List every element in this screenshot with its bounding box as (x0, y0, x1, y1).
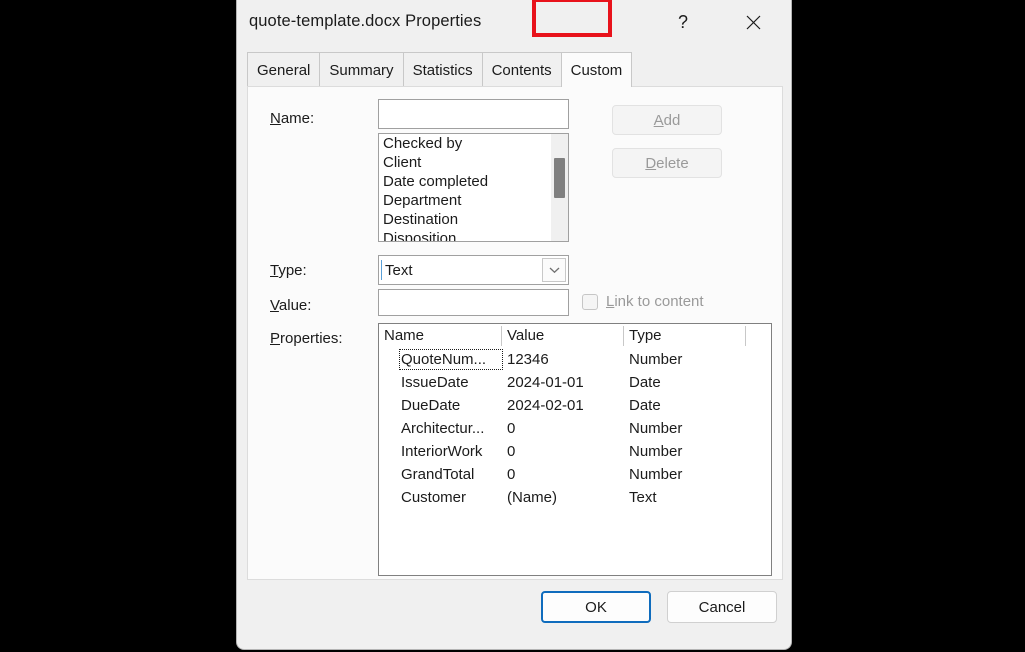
delete-button[interactable]: Delete (612, 148, 722, 178)
cell-type: Date (629, 397, 744, 414)
add-button-label: Add (654, 112, 681, 129)
link-to-content-label: Link to content (606, 293, 704, 310)
tab-custom[interactable]: Custom (561, 52, 633, 87)
column-header-name[interactable]: Name (384, 327, 424, 344)
type-selected-value: Text (379, 262, 413, 279)
cell-name: IssueDate (401, 374, 501, 391)
cell-type: Number (629, 420, 744, 437)
tab-statistics[interactable]: Statistics (403, 52, 483, 87)
cancel-button[interactable]: Cancel (667, 591, 777, 623)
cell-type: Number (629, 443, 744, 460)
list-item[interactable]: Department (379, 191, 551, 210)
value-label: Value: (270, 297, 311, 314)
type-label: Type: (270, 262, 307, 279)
properties-grid[interactable]: Name Value Type QuoteNum... 12346 Number… (378, 323, 772, 576)
list-item[interactable]: Date completed (379, 172, 551, 191)
cell-value: 0 (507, 420, 622, 437)
custom-tab-panel: Name: Checked by Client Date completed D… (247, 86, 783, 580)
help-glyph: ? (678, 12, 688, 33)
table-row[interactable]: Customer (Name) Text (379, 487, 771, 510)
name-suggestion-list[interactable]: Checked by Client Date completed Departm… (378, 133, 569, 242)
cell-type: Text (629, 489, 744, 506)
cell-type: Number (629, 466, 744, 483)
tab-contents[interactable]: Contents (482, 52, 562, 87)
list-item[interactable]: Disposition (379, 229, 551, 242)
cell-value: 0 (507, 466, 622, 483)
properties-dialog: quote-template.docx Properties ? General… (236, 0, 792, 650)
table-row[interactable]: QuoteNum... 12346 Number (379, 349, 771, 372)
cell-name: GrandTotal (401, 466, 501, 483)
chevron-down-icon[interactable] (542, 258, 566, 282)
help-icon[interactable]: ? (662, 4, 704, 40)
cell-value: 2024-02-01 (507, 397, 622, 414)
cell-name: Customer (401, 489, 501, 506)
link-to-content-checkbox[interactable]: Link to content (582, 293, 704, 310)
column-divider[interactable] (745, 326, 746, 346)
tab-general[interactable]: General (247, 52, 320, 87)
cell-value: 2024-01-01 (507, 374, 622, 391)
name-suggestion-items: Checked by Client Date completed Departm… (379, 134, 551, 242)
cell-value: (Name) (507, 489, 622, 506)
list-item[interactable]: Checked by (379, 134, 551, 153)
table-row[interactable]: IssueDate 2024-01-01 Date (379, 372, 771, 395)
delete-button-label: Delete (645, 155, 688, 172)
scrollbar-thumb[interactable] (554, 158, 565, 198)
cell-type: Date (629, 374, 744, 391)
cell-name: Architectur... (401, 420, 501, 437)
table-row[interactable]: DueDate 2024-02-01 Date (379, 395, 771, 418)
table-row[interactable]: Architectur... 0 Number (379, 418, 771, 441)
cell-name: QuoteNum... (401, 351, 501, 368)
table-row[interactable]: GrandTotal 0 Number (379, 464, 771, 487)
title-bar: quote-template.docx Properties ? (237, 0, 791, 44)
list-item[interactable]: Destination (379, 210, 551, 229)
cell-name: DueDate (401, 397, 501, 414)
properties-label: Properties: (270, 330, 343, 347)
add-button[interactable]: Add (612, 105, 722, 135)
screen: quote-template.docx Properties ? General… (0, 0, 1025, 652)
type-select[interactable]: Text (378, 255, 569, 285)
column-header-type[interactable]: Type (629, 327, 662, 344)
table-row[interactable]: InteriorWork 0 Number (379, 441, 771, 464)
close-icon[interactable] (732, 4, 774, 40)
tab-strip: General Summary Statistics Contents Cust… (247, 52, 631, 87)
cell-name: InteriorWork (401, 443, 501, 460)
cell-value: 12346 (507, 351, 622, 368)
column-divider[interactable] (501, 326, 502, 346)
value-input[interactable] (378, 289, 569, 316)
list-item[interactable]: Client (379, 153, 551, 172)
name-label: Name: (270, 110, 314, 127)
properties-grid-header: Name Value Type (379, 324, 771, 349)
cell-value: 0 (507, 443, 622, 460)
checkbox-box[interactable] (582, 294, 598, 310)
column-header-value[interactable]: Value (507, 327, 544, 344)
name-input[interactable] (378, 99, 569, 129)
column-divider[interactable] (623, 326, 624, 346)
text-caret (381, 260, 382, 280)
ok-button[interactable]: OK (541, 591, 651, 623)
tab-summary[interactable]: Summary (319, 52, 403, 87)
name-list-scrollbar[interactable] (551, 134, 568, 241)
window-title: quote-template.docx Properties (249, 12, 481, 31)
cell-type: Number (629, 351, 744, 368)
